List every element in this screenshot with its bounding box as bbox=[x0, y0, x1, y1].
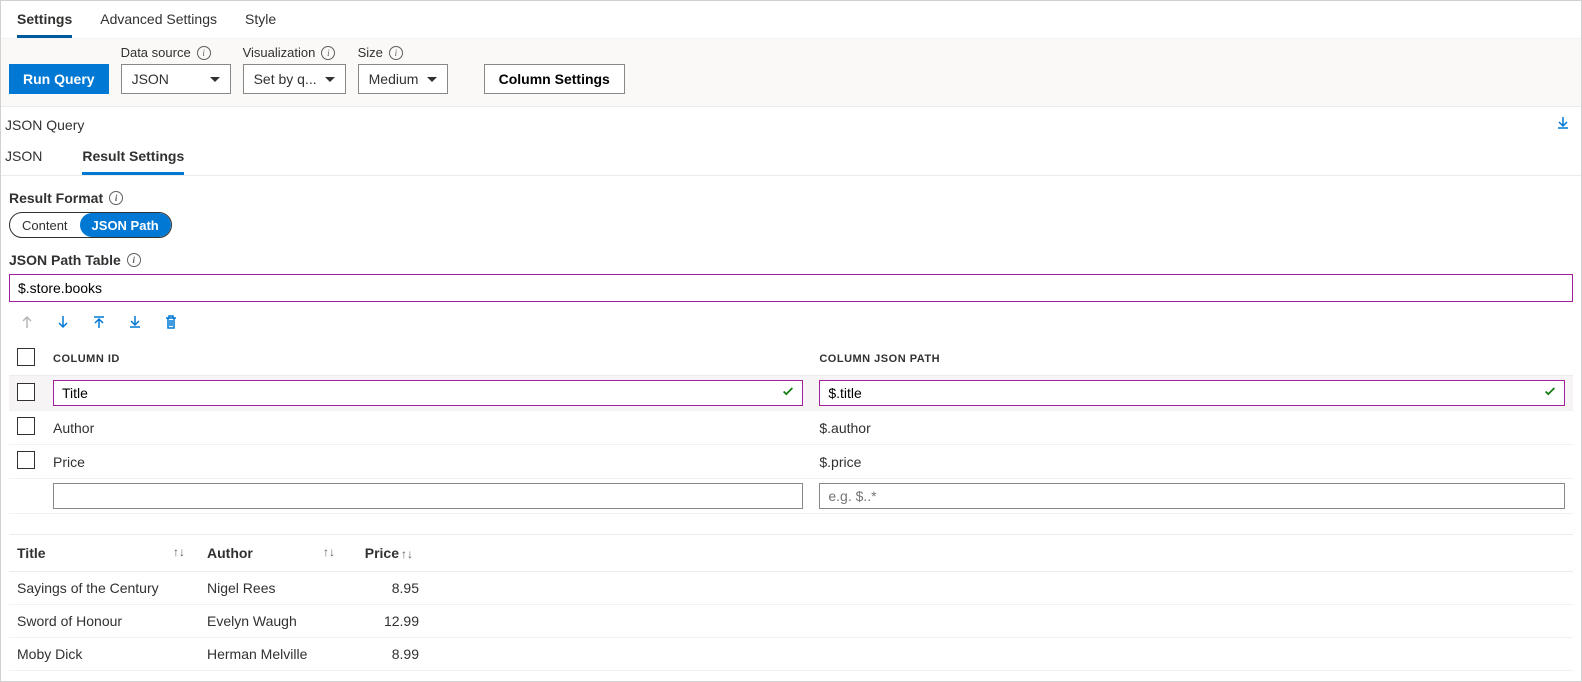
info-icon[interactable]: i bbox=[109, 191, 123, 205]
sub-tabs: JSON Result Settings bbox=[1, 138, 1581, 176]
sort-icon[interactable]: ↑↓ bbox=[401, 547, 413, 561]
results-cell-title: Moby Dick bbox=[9, 638, 199, 671]
json-path-table-label: JSON Path Table i bbox=[9, 252, 1573, 268]
results-cell-price: 8.99 bbox=[349, 638, 429, 671]
results-cell-author: Herman Melville bbox=[199, 638, 349, 671]
query-section-header: JSON Query bbox=[1, 107, 1581, 138]
results-header-title[interactable]: Title ↑↓ bbox=[9, 535, 199, 572]
row-checkbox[interactable] bbox=[17, 451, 35, 469]
table-row bbox=[9, 376, 1573, 411]
visualization-label: Visualization i bbox=[243, 45, 346, 60]
size-dropdown[interactable]: Medium bbox=[358, 64, 448, 94]
column-path-value[interactable]: $.price bbox=[811, 445, 1573, 479]
results-cell-price: 12.99 bbox=[349, 605, 429, 638]
column-id-input[interactable] bbox=[53, 380, 803, 406]
tab-advanced-settings[interactable]: Advanced Settings bbox=[100, 7, 217, 38]
info-icon[interactable]: i bbox=[197, 46, 211, 60]
visualization-dropdown[interactable]: Set by q... bbox=[243, 64, 346, 94]
result-format-toggle: Content JSON Path bbox=[9, 212, 172, 238]
json-path-table-input[interactable] bbox=[9, 274, 1573, 302]
column-id-header: COLUMN ID bbox=[45, 342, 811, 376]
table-row: Author $.author bbox=[9, 411, 1573, 445]
result-format-content[interactable]: Content bbox=[10, 213, 80, 237]
results-cell-title: Sword of Honour bbox=[9, 605, 199, 638]
row-actions bbox=[9, 302, 1573, 342]
move-bottom-icon[interactable] bbox=[127, 314, 143, 330]
table-row: Price $.price bbox=[9, 445, 1573, 479]
info-icon[interactable]: i bbox=[389, 46, 403, 60]
results-cell-price: 8.95 bbox=[349, 572, 429, 605]
results-table: Title ↑↓ Author ↑↓ Price↑↓ bbox=[9, 534, 1573, 682]
results-cell-title: The Lord of the Rings bbox=[9, 671, 199, 682]
results-row: The Lord of the Rings J. R. R. Tolkien 2… bbox=[9, 671, 1573, 682]
move-top-icon[interactable] bbox=[91, 314, 107, 330]
tab-json[interactable]: JSON bbox=[5, 148, 42, 175]
select-all-checkbox[interactable] bbox=[17, 348, 35, 366]
info-icon[interactable]: i bbox=[321, 46, 335, 60]
move-up-icon bbox=[19, 314, 35, 330]
result-format-label: Result Format i bbox=[9, 190, 1573, 206]
results-row: Sayings of the Century Nigel Rees 8.95 bbox=[9, 572, 1573, 605]
check-icon bbox=[781, 385, 795, 402]
tab-style[interactable]: Style bbox=[245, 7, 276, 38]
data-source-label: Data source i bbox=[121, 45, 231, 60]
check-icon bbox=[1543, 385, 1557, 402]
result-format-json-path[interactable]: JSON Path bbox=[80, 213, 171, 237]
column-path-input[interactable] bbox=[819, 380, 1565, 406]
results-row: Moby Dick Herman Melville 8.99 bbox=[9, 638, 1573, 671]
toolbar: Run Query Data source i JSON Visualizati… bbox=[1, 39, 1581, 107]
results-cell-price: 22.99 bbox=[349, 671, 429, 682]
data-source-dropdown[interactable]: JSON bbox=[121, 64, 231, 94]
new-column-id-input[interactable] bbox=[53, 483, 803, 509]
sort-icon[interactable]: ↑↓ bbox=[323, 545, 335, 559]
app-root: Settings Advanced Settings Style Run Que… bbox=[0, 0, 1582, 682]
results-cell-title: Sayings of the Century bbox=[9, 572, 199, 605]
row-checkbox[interactable] bbox=[17, 417, 35, 435]
column-settings-button[interactable]: Column Settings bbox=[484, 64, 625, 94]
table-row bbox=[9, 479, 1573, 514]
results-cell-author: Evelyn Waugh bbox=[199, 605, 349, 638]
size-label: Size i bbox=[358, 45, 448, 60]
new-column-path-input[interactable] bbox=[819, 483, 1565, 509]
move-down-icon[interactable] bbox=[55, 314, 71, 330]
results-cell-author: Nigel Rees bbox=[199, 572, 349, 605]
tab-settings[interactable]: Settings bbox=[17, 7, 72, 38]
delete-icon[interactable] bbox=[163, 314, 179, 330]
sort-icon[interactable]: ↑↓ bbox=[173, 545, 185, 559]
result-settings-panel: Result Format i Content JSON Path JSON P… bbox=[1, 176, 1581, 682]
top-tabs: Settings Advanced Settings Style bbox=[1, 1, 1581, 39]
column-id-value[interactable]: Price bbox=[45, 445, 811, 479]
query-section-title: JSON Query bbox=[5, 117, 84, 133]
tab-result-settings[interactable]: Result Settings bbox=[82, 148, 184, 175]
results-row: Sword of Honour Evelyn Waugh 12.99 bbox=[9, 605, 1573, 638]
columns-config-table: COLUMN ID COLUMN JSON PATH bbox=[9, 342, 1573, 514]
run-query-button[interactable]: Run Query bbox=[9, 64, 109, 94]
info-icon[interactable]: i bbox=[127, 253, 141, 267]
column-id-value[interactable]: Author bbox=[45, 411, 811, 445]
download-icon[interactable] bbox=[1555, 115, 1571, 134]
results-header-price[interactable]: Price↑↓ bbox=[349, 535, 429, 572]
results-header-author[interactable]: Author ↑↓ bbox=[199, 535, 349, 572]
results-cell-author: J. R. R. Tolkien bbox=[199, 671, 349, 682]
column-path-value[interactable]: $.author bbox=[811, 411, 1573, 445]
row-checkbox[interactable] bbox=[17, 383, 35, 401]
column-path-header: COLUMN JSON PATH bbox=[811, 342, 1573, 376]
